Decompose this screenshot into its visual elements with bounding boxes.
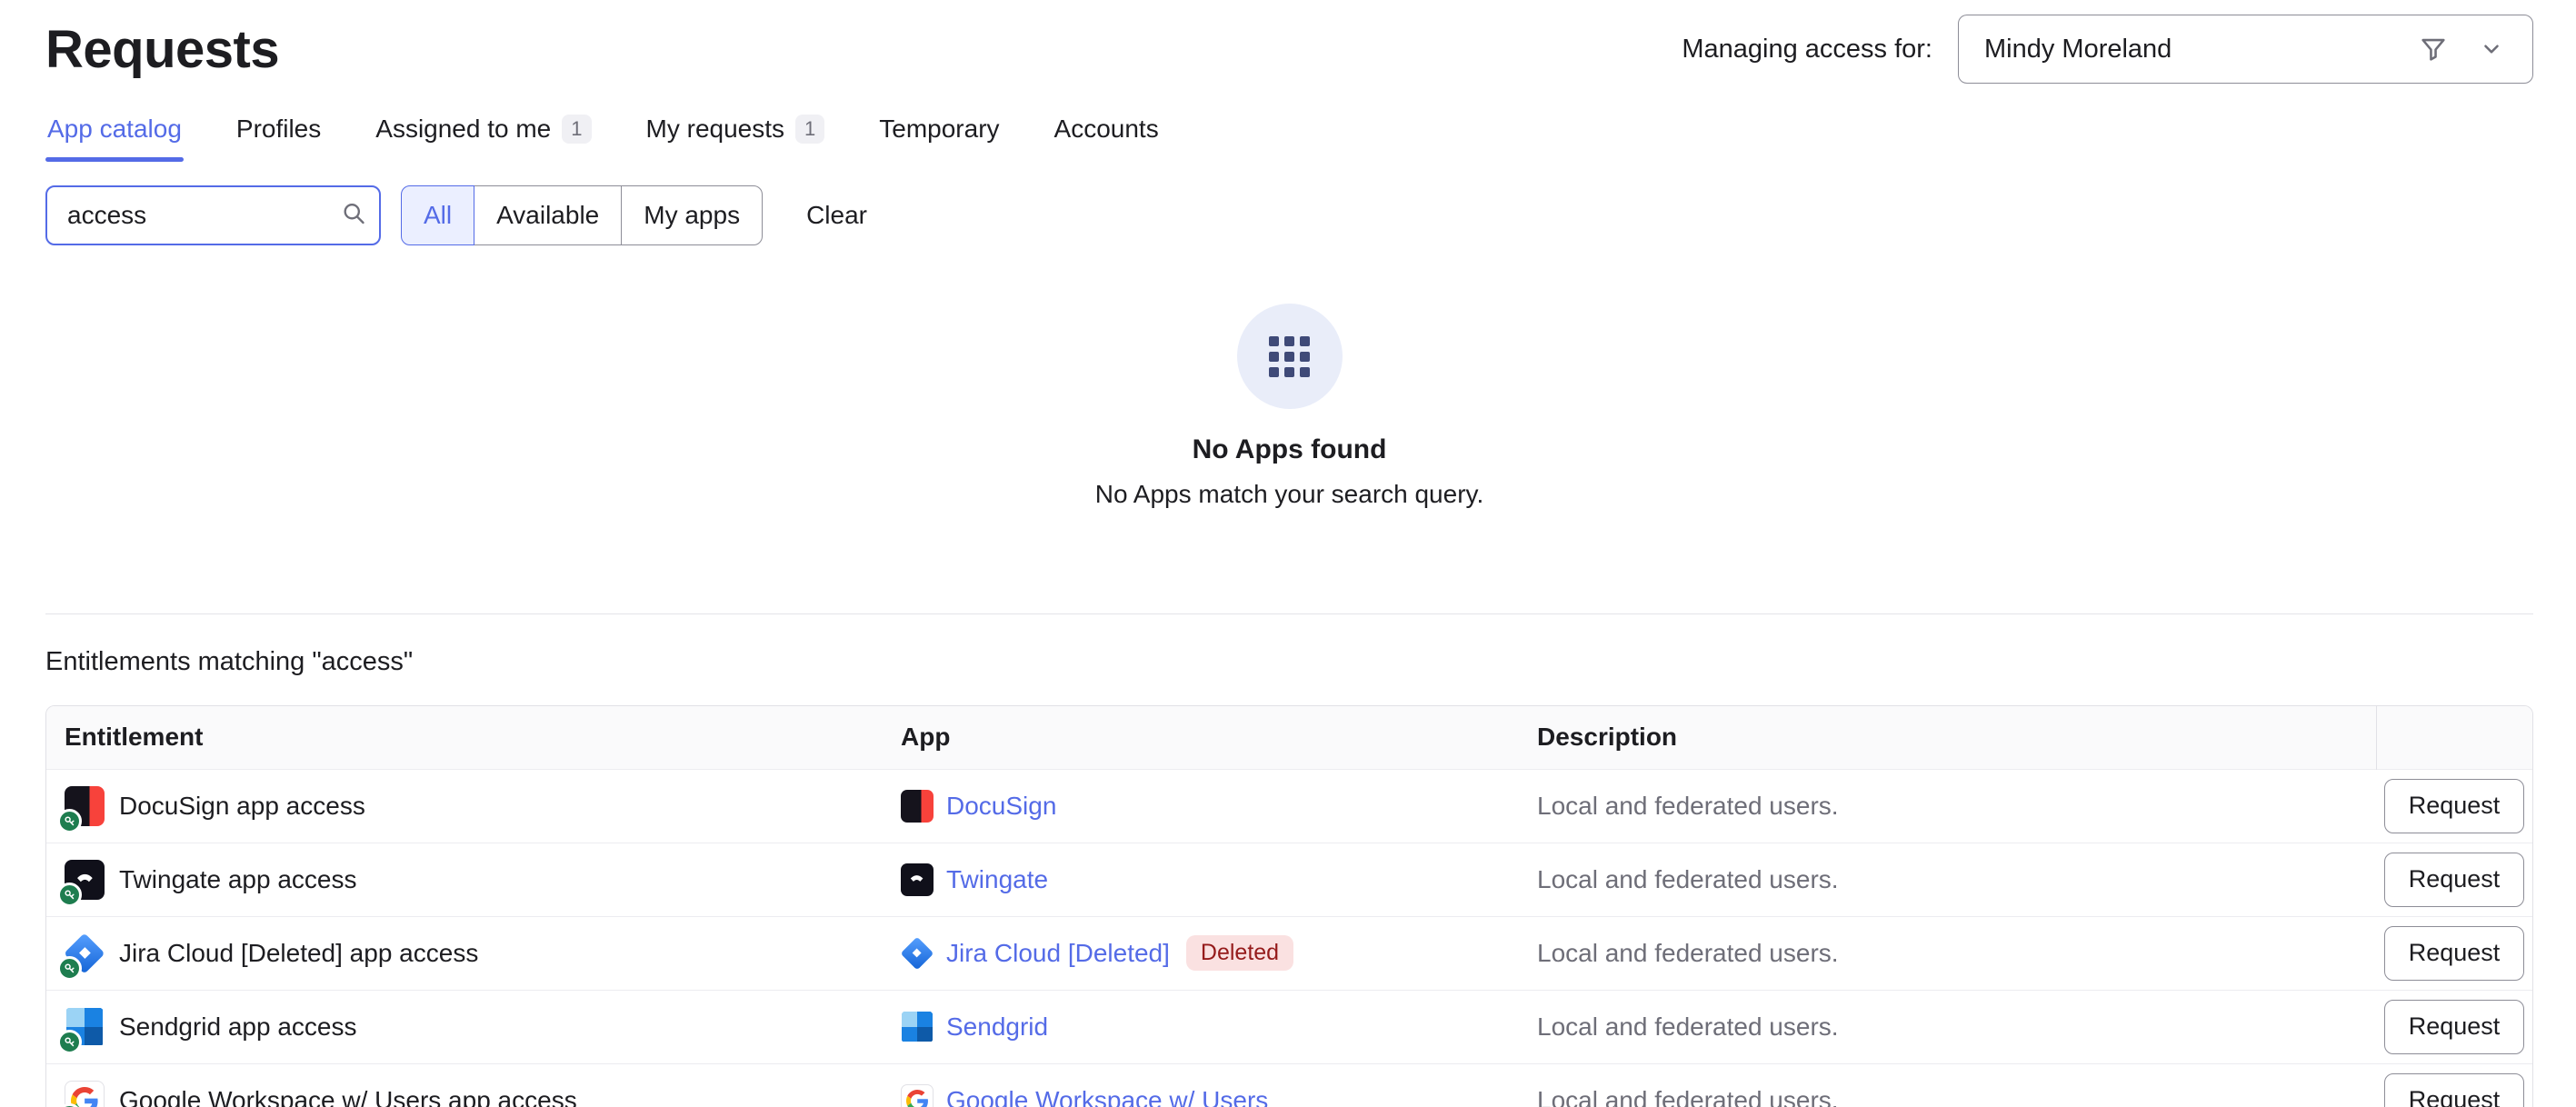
managing-access-group: Managing access for: Mindy Moreland [1682,15,2533,84]
deleted-badge: Deleted [1186,935,1293,971]
request-button[interactable]: Request [2384,1000,2525,1054]
tab-label: Temporary [879,115,999,144]
tab-temporary[interactable]: Temporary [877,111,1001,162]
page-title: Requests [45,19,279,80]
entitlement-name: DocuSign app access [119,792,365,821]
tab-count-badge: 1 [795,115,824,144]
request-button[interactable]: Request [2384,853,2525,907]
scope-segmented-control: All Available My apps [401,185,763,245]
entitlement-key-icon [57,883,82,907]
entitlement-description: Local and federated users. [1519,769,2376,843]
table-row: Sendgrid app access Sendgrid Local and f… [46,990,2532,1063]
request-button[interactable]: Request [2384,779,2525,833]
entitlement-key-icon [57,1030,82,1054]
request-button[interactable]: Request [2384,1073,2525,1107]
table-header-row: Entitlement App Description [46,706,2532,769]
jira-app-icon [901,937,934,970]
entitlement-description: Local and federated users. [1519,1063,2376,1107]
entitlement-description: Local and federated users. [1519,843,2376,916]
empty-state-subtitle: No Apps match your search query. [1095,480,1483,509]
search-box [45,185,381,245]
sendgrid-app-icon [65,1007,105,1047]
table-row: Google Workspace w/ Users app access Goo… [46,1063,2532,1107]
top-bar: Requests Managing access for: Mindy More… [45,13,2533,85]
tab-label: Accounts [1054,115,1159,144]
docusign-app-icon [901,790,934,823]
entitlement-name: Google Workspace w/ Users app access [119,1086,577,1107]
docusign-app-icon [65,786,105,826]
apps-grid-icon [1237,304,1343,409]
app-link[interactable]: Twingate [946,865,1048,894]
entitlements-heading: Entitlements matching "access" [45,647,2533,678]
entitlement-description: Local and federated users. [1519,916,2376,990]
tab-profiles[interactable]: Profiles [235,111,323,162]
entitlement-key-icon [57,956,82,981]
filter-row: All Available My apps Clear [45,185,2533,245]
twingate-app-icon [65,860,105,900]
column-entitlement: Entitlement [46,706,883,769]
google-workspace-app-icon [901,1084,934,1107]
tab-assigned-to-me[interactable]: Assigned to me 1 [374,111,593,162]
managed-user-value: Mindy Moreland [1984,35,2172,65]
column-actions [2376,706,2532,769]
tab-label: Profiles [236,115,321,144]
entitlement-description: Local and federated users. [1519,990,2376,1063]
twingate-app-icon [901,863,934,896]
google-workspace-app-icon [65,1081,105,1107]
tab-accounts[interactable]: Accounts [1053,111,1161,162]
tab-app-catalog[interactable]: App catalog [45,111,184,162]
tab-count-badge: 1 [562,115,591,144]
tab-bar: App catalog Profiles Assigned to me 1 My… [45,111,2533,162]
table-row: Twingate app access Twingate Local and f… [46,843,2532,916]
app-link[interactable]: Google Workspace w/ Users [946,1086,1268,1107]
column-app: App [883,706,1519,769]
entitlement-key-icon [57,809,82,833]
table-row: Jira Cloud [Deleted] app access Jira Clo… [46,916,2532,990]
filter-funnel-icon[interactable] [2418,34,2449,65]
app-link[interactable]: Jira Cloud [Deleted] [946,939,1170,968]
tab-label: App catalog [47,115,182,144]
managed-user-select[interactable]: Mindy Moreland [1958,15,2533,84]
segment-my-apps[interactable]: My apps [621,185,763,245]
entitlements-table: Entitlement App Description DocuSign app… [45,705,2533,1107]
segment-available[interactable]: Available [474,185,622,245]
request-button[interactable]: Request [2384,926,2525,981]
clear-button[interactable]: Clear [806,201,867,230]
chevron-down-icon[interactable] [2480,37,2503,61]
tab-my-requests[interactable]: My requests 1 [644,111,827,162]
app-link[interactable]: Sendgrid [946,1012,1048,1042]
entitlement-name: Jira Cloud [Deleted] app access [119,939,478,968]
sendgrid-app-icon [901,1011,934,1043]
tab-label: My requests [646,115,785,144]
tab-label: Assigned to me [375,115,551,144]
requests-page: Requests Managing access for: Mindy More… [0,0,2576,1107]
entitlement-name: Sendgrid app access [119,1012,357,1042]
jira-app-icon [65,933,105,973]
search-input[interactable] [45,185,381,245]
search-icon [341,201,366,231]
column-description: Description [1519,706,2376,769]
table-row: DocuSign app access DocuSign Local and f… [46,769,2532,843]
segment-all[interactable]: All [401,185,474,245]
app-link[interactable]: DocuSign [946,792,1056,821]
empty-state-title: No Apps found [1193,434,1387,465]
section-divider [45,613,2533,614]
empty-state: No Apps found No Apps match your search … [45,304,2533,509]
managing-access-label: Managing access for: [1682,35,1932,65]
entitlement-name: Twingate app access [119,865,357,894]
